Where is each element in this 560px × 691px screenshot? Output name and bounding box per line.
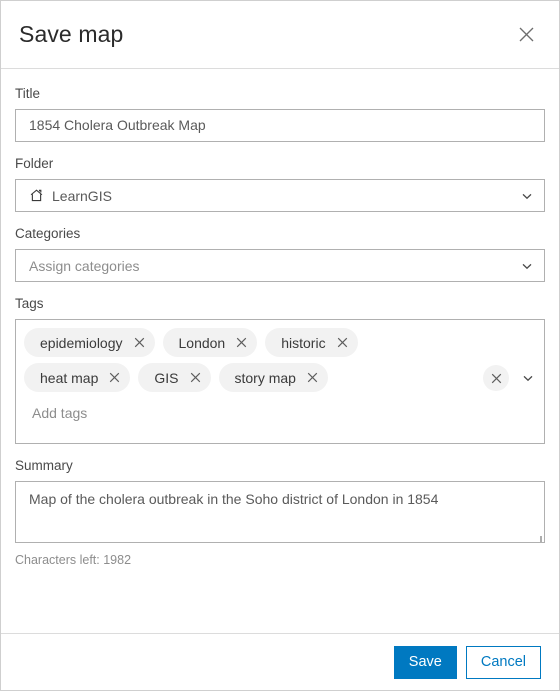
summary-label: Summary [15,458,73,473]
dialog-footer: Save Cancel [1,633,559,690]
remove-tag-icon[interactable] [134,337,145,348]
cancel-button[interactable]: Cancel [465,645,541,679]
categories-placeholder: Assign categories [29,257,140,274]
tags-field-group: Tags epidemiology London historic heat m… [15,295,545,444]
folder-value: LearnGIS [52,187,112,204]
tag-label: story map [234,369,296,386]
save-button[interactable]: Save [393,645,457,679]
tag-row: epidemiology London historic [24,328,474,363]
tag-rows: epidemiology London historic heat map GI… [24,328,536,427]
folder-select[interactable]: LearnGIS [15,179,545,212]
save-map-dialog: Save map Title 1854 Cholera Outbreak Map… [0,0,560,691]
remove-tag-icon[interactable] [337,337,348,348]
remove-tag-icon[interactable] [109,372,120,383]
chevron-down-icon [520,189,534,203]
tag-label: London [178,334,226,351]
tags-input-container[interactable]: epidemiology London historic heat map GI… [15,319,545,444]
close-icon[interactable] [511,20,541,50]
home-icon [29,188,44,203]
dialog-body: Title 1854 Cholera Outbreak Map Folder L… [1,69,559,633]
tag-label: GIS [154,369,179,386]
tag-label: historic [281,334,326,351]
tags-actions [483,365,535,391]
tag-row: heat map GIS story map [24,363,474,398]
tag-chip[interactable]: historic [265,328,358,357]
chevron-down-icon[interactable] [521,371,535,385]
title-input[interactable]: 1854 Cholera Outbreak Map [15,109,545,142]
chevron-down-icon [520,259,534,273]
tag-chip[interactable]: GIS [138,363,211,392]
title-label: Title [15,86,41,101]
summary-value: Map of the cholera outbreak in the Soho … [29,491,439,507]
resize-handle-icon[interactable] [532,530,542,542]
tag-chip[interactable]: heat map [24,363,131,392]
remove-tag-icon[interactable] [236,337,247,348]
folder-field-group: Folder LearnGIS [15,155,545,212]
dialog-header: Save map [1,1,559,69]
remove-tag-icon[interactable] [307,372,318,383]
page-title: Save map [19,21,124,47]
tag-chip[interactable]: London [162,328,258,357]
categories-select[interactable]: Assign categories [15,249,545,282]
tag-label: epidemiology [40,334,123,351]
summary-textarea[interactable]: Map of the cholera outbreak in the Soho … [15,481,545,543]
summary-field-group: Summary Map of the cholera outbreak in t… [15,457,545,568]
add-tags-input[interactable]: Add tags [24,398,474,427]
tag-chip[interactable]: story map [218,363,328,392]
tags-label: Tags [15,296,44,311]
categories-field-group: Categories Assign categories [15,225,545,282]
close-circle-icon[interactable] [483,365,509,391]
folder-label: Folder [15,156,54,171]
categories-label: Categories [15,226,81,241]
tag-label: heat map [40,369,99,386]
tag-chip[interactable]: epidemiology [24,328,155,357]
characters-left-counter: Characters left: 1982 [15,553,132,567]
title-field-group: Title 1854 Cholera Outbreak Map [15,85,545,142]
remove-tag-icon[interactable] [190,372,201,383]
